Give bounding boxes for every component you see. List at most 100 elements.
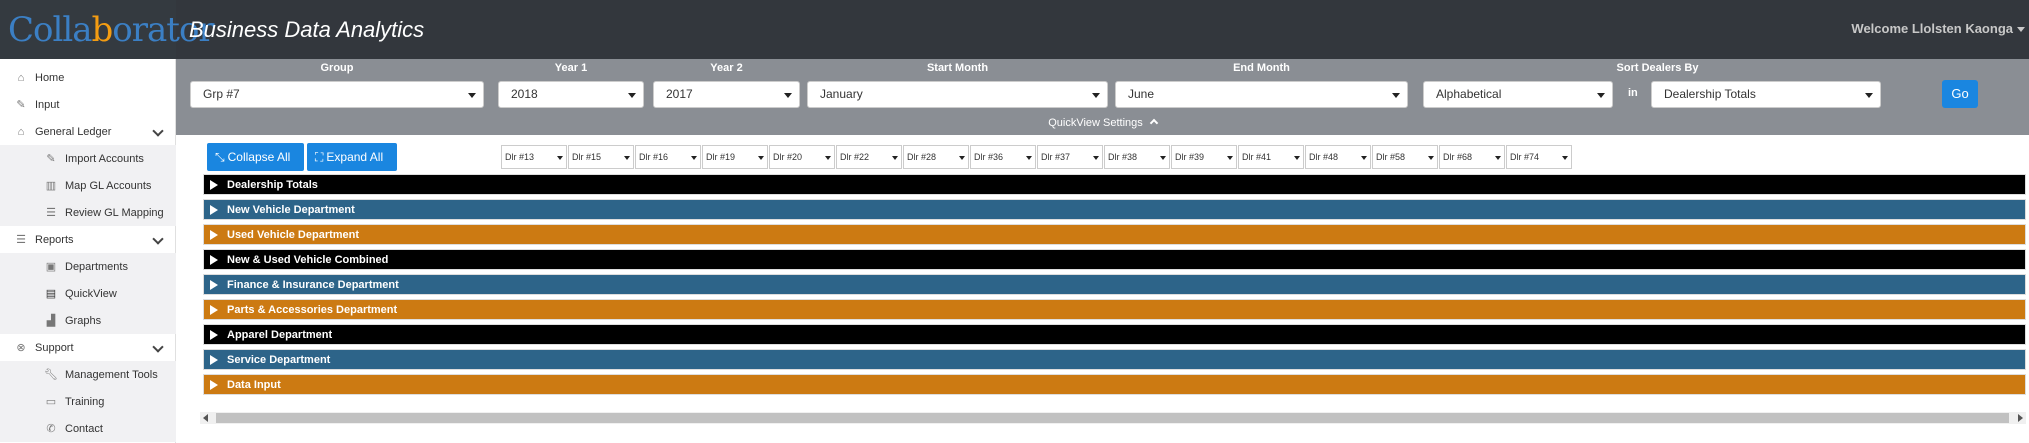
section-label: Used Vehicle Department xyxy=(227,228,360,241)
group-select[interactable]: Grp #7 xyxy=(190,81,484,108)
quickview-settings-toggle[interactable]: QuickView Settings xyxy=(176,117,2029,129)
sidebar-item-contact[interactable]: ✆ Contact xyxy=(0,415,176,442)
horizontal-scrollbar[interactable] xyxy=(200,412,2026,424)
wrench-icon: 🔧︎ xyxy=(44,369,58,381)
sidebar-item-label: Management Tools xyxy=(65,368,158,381)
dealer-select[interactable]: Dlr #36 xyxy=(970,145,1036,169)
end-month-select[interactable]: June xyxy=(1115,81,1408,108)
caret-down-icon xyxy=(1495,156,1501,160)
dealer-select-value: Dlr #41 xyxy=(1242,152,1272,162)
caret-right-icon xyxy=(210,354,218,365)
year2-select[interactable]: 2017 xyxy=(653,81,800,108)
caret-right-icon xyxy=(210,304,218,315)
dealer-select[interactable]: Dlr #68 xyxy=(1439,145,1505,169)
sidebar-item-map-gl-accounts[interactable]: ▥ Map GL Accounts xyxy=(0,172,176,199)
chevron-down-icon xyxy=(152,341,164,353)
sidebar-item-label: Review GL Mapping xyxy=(65,206,164,219)
year1-label: Year 1 xyxy=(554,62,588,74)
section-used-vehicle[interactable]: Used Vehicle Department xyxy=(203,224,2026,245)
dealer-select[interactable]: Dlr #19 xyxy=(702,145,768,169)
dealer-select[interactable]: Dlr #74 xyxy=(1506,145,1572,169)
bar-chart-icon: ▟ xyxy=(46,315,56,327)
caret-right-icon xyxy=(210,279,218,290)
section-new-vehicle[interactable]: New Vehicle Department xyxy=(203,199,2026,220)
logo[interactable]: Collaborator xyxy=(0,0,215,59)
caret-down-icon xyxy=(1597,93,1605,98)
sidebar-item-import-accounts[interactable]: ✎ Import Accounts xyxy=(0,145,176,172)
phone-icon: ✆ xyxy=(46,423,56,435)
caret-down-icon xyxy=(1361,156,1367,160)
monitor-icon: ▭ xyxy=(45,396,57,408)
dealer-select[interactable]: Dlr #38 xyxy=(1104,145,1170,169)
sidebar-item-management-tools[interactable]: 🔧︎ Management Tools xyxy=(0,361,176,388)
sidebar-item-quickview[interactable]: ▤ QuickView xyxy=(0,280,176,307)
dealer-select[interactable]: Dlr #15 xyxy=(568,145,634,169)
dealer-select[interactable]: Dlr #22 xyxy=(836,145,902,169)
section-service[interactable]: Service Department xyxy=(203,349,2026,370)
year1-select[interactable]: 2018 xyxy=(498,81,644,108)
section-dealership-totals[interactable]: Dealership Totals xyxy=(203,174,2026,195)
sort-target-select[interactable]: Dealership Totals xyxy=(1651,81,1881,108)
dealer-select[interactable]: Dlr #13 xyxy=(501,145,567,169)
dealer-select-value: Dlr #36 xyxy=(974,152,1004,162)
caret-down-icon xyxy=(1092,93,1100,98)
sidebar-item-departments[interactable]: ▣ Departments xyxy=(0,253,176,280)
dealer-select[interactable]: Dlr #20 xyxy=(769,145,835,169)
sidebar-item-training[interactable]: ▭ Training xyxy=(0,388,176,415)
collapse-all-label: Collapse All xyxy=(227,150,291,164)
bank-icon: ⌂ xyxy=(17,125,25,138)
dealer-select[interactable]: Dlr #41 xyxy=(1238,145,1304,169)
chevron-down-icon xyxy=(152,233,164,245)
caret-down-icon xyxy=(1562,156,1568,160)
caret-right-icon xyxy=(210,329,218,340)
dealer-select[interactable]: Dlr #16 xyxy=(635,145,701,169)
sidebar-item-input[interactable]: ✎ Input xyxy=(0,91,176,118)
dealer-select[interactable]: Dlr #58 xyxy=(1372,145,1438,169)
sidebar-item-review-gl-mapping[interactable]: ☰ Review GL Mapping xyxy=(0,199,176,226)
sidebar-item-home[interactable]: ⌂ Home xyxy=(0,64,176,91)
user-menu[interactable]: Welcome Llolsten Kaonga xyxy=(1851,21,2025,36)
sort-dealers-select[interactable]: Alphabetical xyxy=(1423,81,1613,108)
dealer-select[interactable]: Dlr #28 xyxy=(903,145,969,169)
dealer-select-value: Dlr #39 xyxy=(1175,152,1205,162)
scroll-left-icon[interactable] xyxy=(203,414,208,422)
section-new-used-combined[interactable]: New & Used Vehicle Combined xyxy=(203,249,2026,270)
sort-dealers-label: Sort Dealers By xyxy=(1616,62,1699,74)
caret-down-icon xyxy=(691,156,697,160)
caret-down-icon xyxy=(892,156,898,160)
section-parts-accessories[interactable]: Parts & Accessories Department xyxy=(203,299,2026,320)
year1-select-value: 2018 xyxy=(511,87,538,101)
sidebar-item-reports[interactable]: ☰ Reports xyxy=(0,226,176,253)
scrollbar-thumb[interactable] xyxy=(216,413,2009,423)
app-window: Collaborator Business Data Analytics Wel… xyxy=(0,0,2029,443)
dealer-select[interactable]: Dlr #37 xyxy=(1037,145,1103,169)
go-button[interactable]: Go xyxy=(1942,80,1978,108)
collapse-all-button[interactable]: ⤡ Collapse All xyxy=(207,143,304,171)
sidebar-item-support[interactable]: ⊗ Support xyxy=(0,334,176,361)
sidebar-item-label: Departments xyxy=(65,260,128,273)
dealer-select-value: Dlr #48 xyxy=(1309,152,1339,162)
section-data-input[interactable]: Data Input xyxy=(203,374,2026,395)
expand-all-button[interactable]: ⛶ Expand All xyxy=(307,143,397,171)
welcome-text: Welcome Llolsten Kaonga xyxy=(1851,21,2013,36)
start-month-label: Start Month xyxy=(926,62,989,74)
section-finance-insurance[interactable]: Finance & Insurance Department xyxy=(203,274,2026,295)
section-label: Dealership Totals xyxy=(227,178,318,191)
section-apparel[interactable]: Apparel Department xyxy=(203,324,2026,345)
caret-down-icon xyxy=(1093,156,1099,160)
dealer-select-value: Dlr #19 xyxy=(706,152,736,162)
group-label: Group xyxy=(320,62,354,74)
scroll-right-icon[interactable] xyxy=(2018,414,2023,422)
start-month-select-value: January xyxy=(820,87,863,101)
dealer-select-value: Dlr #15 xyxy=(572,152,602,162)
sidebar-item-general-ledger[interactable]: ⌂ General Ledger xyxy=(0,118,176,145)
dealer-select[interactable]: Dlr #48 xyxy=(1305,145,1371,169)
sidebar-item-graphs[interactable]: ▟ Graphs xyxy=(0,307,176,334)
caret-down-icon xyxy=(624,156,630,160)
dealer-select[interactable]: Dlr #39 xyxy=(1171,145,1237,169)
sidebar: ⌂ Home ✎ Input ⌂ General Ledger ✎ Import Acc… xyxy=(0,59,176,443)
dealer-select-value: Dlr #20 xyxy=(773,152,803,162)
caret-right-icon xyxy=(210,204,218,215)
caret-down-icon xyxy=(1026,156,1032,160)
start-month-select[interactable]: January xyxy=(807,81,1108,108)
